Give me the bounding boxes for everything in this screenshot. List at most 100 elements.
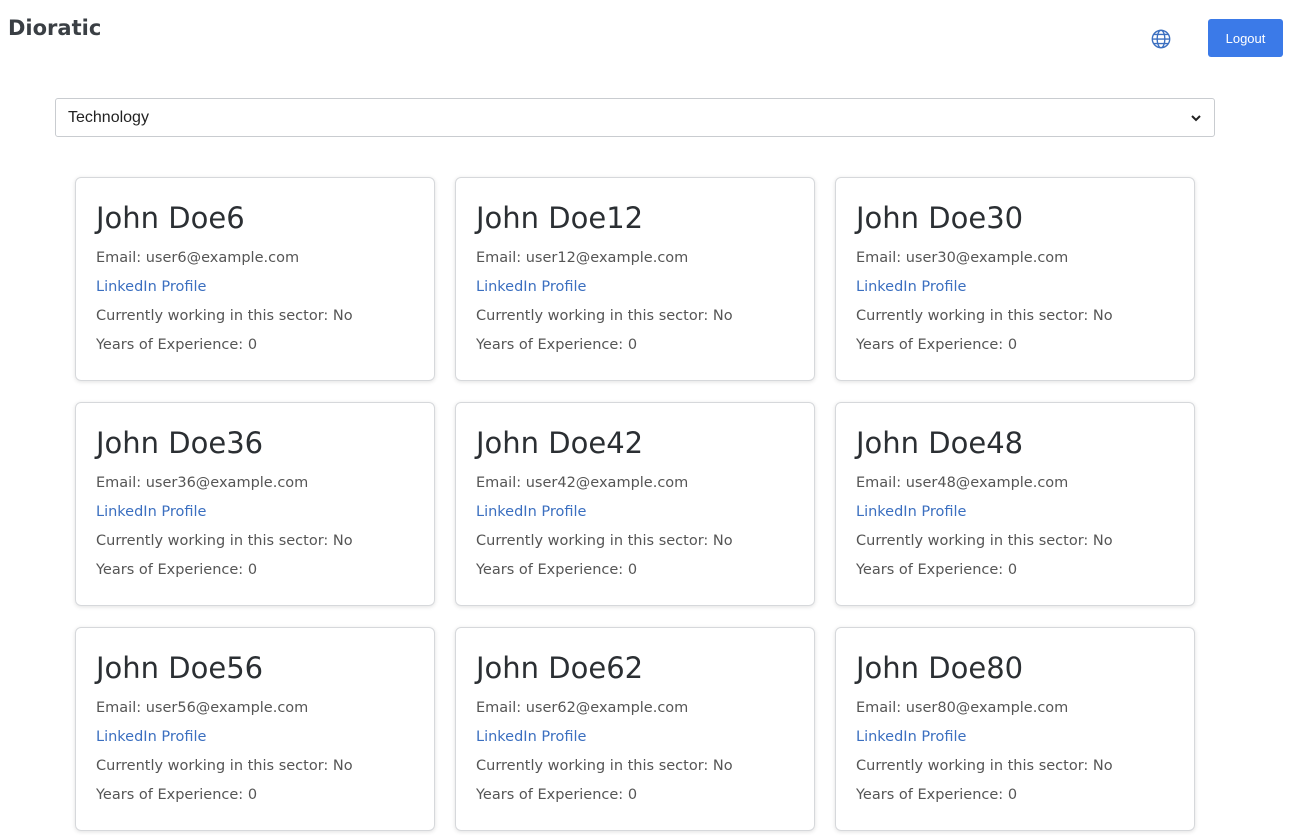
profile-working: Currently working in this sector: No [476,527,794,556]
linkedin-link[interactable]: LinkedIn Profile [96,729,206,745]
profile-experience: Years of Experience: 0 [96,556,414,585]
linkedin-link[interactable]: LinkedIn Profile [476,279,586,295]
profile-experience: Years of Experience: 0 [476,331,794,360]
email-label: Email: [96,250,146,266]
experience-label: Years of Experience: [856,337,1008,353]
profile-email: Email: user36@example.com [96,469,414,498]
experience-value: 0 [247,562,258,578]
profile-linkedin-row: LinkedIn Profile [476,273,794,302]
chevron-down-icon [1191,114,1201,121]
experience-value: 0 [627,787,638,803]
profile-card: John Doe42 Email: user42@example.com Lin… [455,402,815,606]
profile-linkedin-row: LinkedIn Profile [96,723,414,752]
experience-value: 0 [627,562,638,578]
experience-value: 0 [247,337,258,353]
working-label: Currently working in this sector: [96,533,333,549]
email-value: user56@example.com [145,700,309,716]
linkedin-link[interactable]: LinkedIn Profile [856,729,966,745]
profile-experience: Years of Experience: 0 [96,331,414,360]
sector-select-value: Technology [68,108,149,126]
linkedin-link[interactable]: LinkedIn Profile [96,279,206,295]
working-value: No [1092,758,1113,774]
email-label: Email: [96,475,146,491]
working-label: Currently working in this sector: [856,533,1093,549]
email-value: user80@example.com [905,700,1069,716]
profile-card: John Doe12 Email: user12@example.com Lin… [455,177,815,381]
experience-value: 0 [247,787,258,803]
email-label: Email: [476,475,526,491]
profile-working: Currently working in this sector: No [856,752,1174,781]
email-value: user48@example.com [905,475,1069,491]
globe-icon[interactable] [1150,28,1172,50]
email-label: Email: [856,250,906,266]
logout-button[interactable]: Logout [1208,19,1283,57]
profile-card: John Doe62 Email: user62@example.com Lin… [455,627,815,831]
profile-working: Currently working in this sector: No [96,752,414,781]
profile-working: Currently working in this sector: No [96,302,414,331]
email-label: Email: [856,700,906,716]
profile-name: John Doe48 [856,426,1024,460]
profile-grid: John Doe6 Email: user6@example.com Linke… [75,177,1195,831]
profile-email: Email: user62@example.com [476,694,794,723]
linkedin-link[interactable]: LinkedIn Profile [856,279,966,295]
profile-card: John Doe56 Email: user56@example.com Lin… [75,627,435,831]
email-label: Email: [476,250,526,266]
profile-name: John Doe12 [476,201,644,235]
profile-email: Email: user12@example.com [476,244,794,273]
profile-card: John Doe80 Email: user80@example.com Lin… [835,627,1195,831]
working-value: No [712,533,733,549]
profile-name: John Doe42 [476,426,644,460]
profile-experience: Years of Experience: 0 [856,781,1174,810]
profile-linkedin-row: LinkedIn Profile [96,273,414,302]
linkedin-link[interactable]: LinkedIn Profile [856,504,966,520]
brand-logo[interactable]: Dioratic [8,16,101,40]
profile-linkedin-row: LinkedIn Profile [476,723,794,752]
profile-experience: Years of Experience: 0 [476,556,794,585]
experience-label: Years of Experience: [96,787,248,803]
profile-name: John Doe6 [96,201,245,235]
experience-value: 0 [1007,562,1018,578]
working-label: Currently working in this sector: [96,308,333,324]
linkedin-link[interactable]: LinkedIn Profile [96,504,206,520]
profile-working: Currently working in this sector: No [96,527,414,556]
experience-label: Years of Experience: [96,562,248,578]
header: Dioratic Logout [0,0,1293,90]
profile-working: Currently working in this sector: No [856,527,1174,556]
profile-linkedin-row: LinkedIn Profile [96,498,414,527]
email-value: user30@example.com [905,250,1069,266]
profile-linkedin-row: LinkedIn Profile [856,723,1174,752]
profile-experience: Years of Experience: 0 [856,331,1174,360]
experience-value: 0 [1007,337,1018,353]
profile-email: Email: user48@example.com [856,469,1174,498]
working-label: Currently working in this sector: [476,308,713,324]
sector-select[interactable]: Technology [55,98,1215,137]
profile-email: Email: user42@example.com [476,469,794,498]
linkedin-link[interactable]: LinkedIn Profile [476,729,586,745]
profile-email: Email: user56@example.com [96,694,414,723]
experience-label: Years of Experience: [476,337,628,353]
email-value: user62@example.com [525,700,689,716]
profile-working: Currently working in this sector: No [476,302,794,331]
working-label: Currently working in this sector: [476,758,713,774]
working-value: No [332,308,353,324]
profile-card: John Doe6 Email: user6@example.com Linke… [75,177,435,381]
linkedin-link[interactable]: LinkedIn Profile [476,504,586,520]
profile-name: John Doe30 [856,201,1024,235]
email-value: user12@example.com [525,250,689,266]
experience-value: 0 [1007,787,1018,803]
profile-experience: Years of Experience: 0 [856,556,1174,585]
email-value: user42@example.com [525,475,689,491]
profile-name: John Doe56 [96,651,264,685]
experience-label: Years of Experience: [476,787,628,803]
profile-name: John Doe62 [476,651,644,685]
profile-linkedin-row: LinkedIn Profile [856,273,1174,302]
profile-working: Currently working in this sector: No [476,752,794,781]
experience-label: Years of Experience: [856,787,1008,803]
working-value: No [332,533,353,549]
working-label: Currently working in this sector: [96,758,333,774]
working-label: Currently working in this sector: [476,533,713,549]
profile-linkedin-row: LinkedIn Profile [856,498,1174,527]
experience-label: Years of Experience: [96,337,248,353]
profile-email: Email: user30@example.com [856,244,1174,273]
profile-email: Email: user6@example.com [96,244,414,273]
